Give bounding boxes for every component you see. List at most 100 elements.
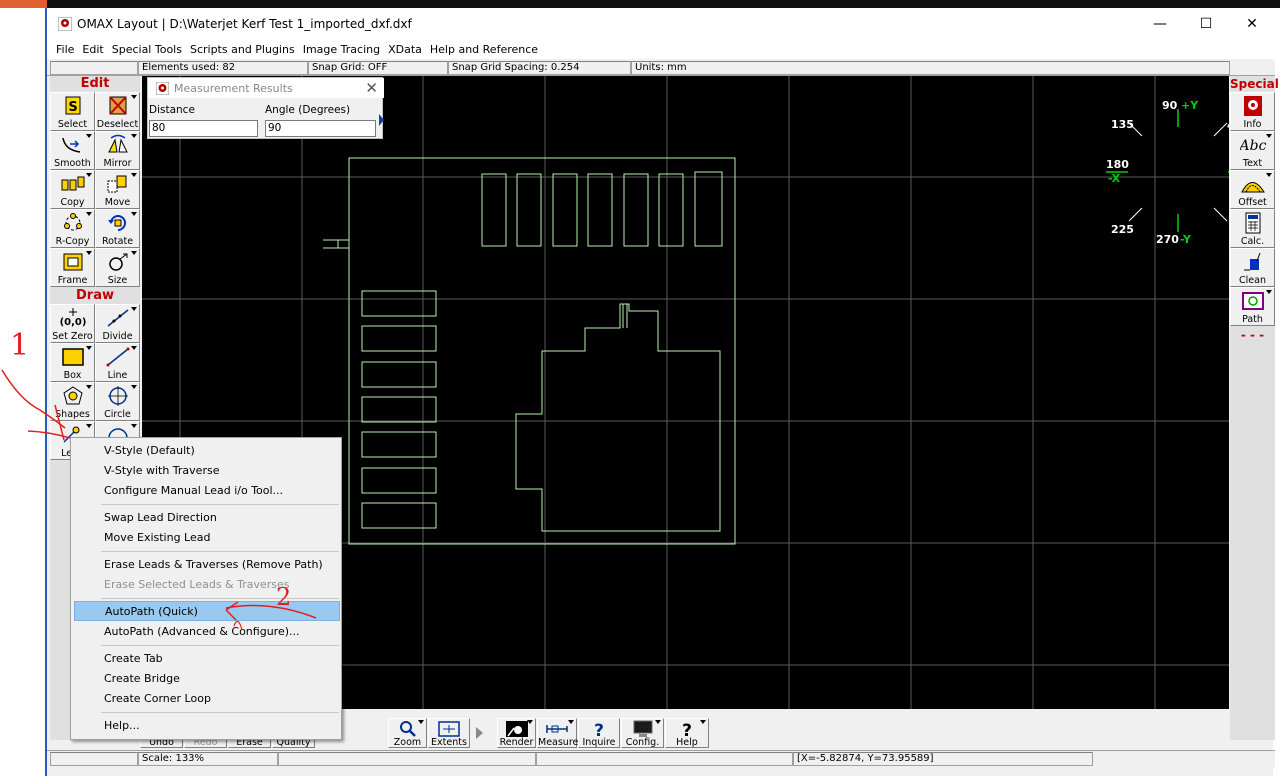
coordinates-status: [X=-5.82874, Y=73.95589] [793,752,1093,766]
menu-erase-leads-traverses[interactable]: Erase Leads & Traverses (Remove Path) [74,555,340,575]
clean-icon [1243,252,1260,271]
special-tool-panel: Special Info Abc Text Offset Calc. Clean… [1230,76,1279,740]
set-zero-icon: (0,0) [60,308,86,328]
box-icon [61,348,84,366]
snap-grid-spacing: Snap Grid Spacing: 0.254 [448,61,631,75]
rotate-tool[interactable]: Rotate [95,209,140,248]
config-button[interactable]: Config. [621,718,664,748]
box-tool[interactable]: Box [50,343,95,382]
menu-v-style-traverse[interactable]: V-Style with Traverse [74,461,340,481]
divide-icon [107,309,128,327]
menu-xdata[interactable]: XData [384,40,426,59]
annotation-step-1: 1 [10,328,29,363]
smooth-tool[interactable]: Smooth [50,131,95,170]
distance-field[interactable]: 80 [149,120,258,137]
menu-edit[interactable]: Edit [78,40,107,59]
select-tool[interactable]: S Select [50,92,95,131]
elements-used: Elements used: 82 [138,61,308,75]
special-section-header: Special [1230,76,1279,92]
extents-button[interactable]: Extents [428,718,470,748]
set-zero-tool[interactable]: (0,0) Set Zero [50,304,95,343]
menu-help[interactable]: Help... [74,716,340,736]
shapes-tool[interactable]: Shapes [50,382,95,421]
expand-arrow-icon[interactable] [379,114,384,126]
title-bar: OMAX Layout | D:\Waterjet Kerf Test 1_im… [47,8,1275,40]
menu-create-corner-loop[interactable]: Create Corner Loop [74,689,340,709]
units-status: Units: mm [631,61,1230,75]
svg-text:?: ? [594,721,604,738]
toolbar-expand-arrow[interactable] [476,727,483,739]
bottom-status-bar: Scale: 133% [X=-5.82874, Y=73.95589] [47,750,1275,767]
measure-icon [546,725,568,733]
close-button[interactable]: ✕ [1229,8,1275,40]
clean-tool[interactable]: Clean [1230,248,1275,287]
svg-text:Abc: Abc [1240,138,1266,154]
menu-create-tab[interactable]: Create Tab [74,649,340,669]
compass-225: 225 [1111,223,1134,236]
measure-button[interactable]: Measure [537,718,578,748]
mirror-tool[interactable]: Mirror [95,131,140,170]
menu-image-tracing[interactable]: Image Tracing [299,40,384,59]
menu-swap-lead-direction[interactable]: Swap Lead Direction [74,508,340,528]
zoom-button[interactable]: Zoom [388,718,427,748]
divide-tool[interactable]: Divide [95,304,140,343]
monitor-icon [633,720,652,737]
circle-tool[interactable]: Circle [95,382,140,421]
inquire-button[interactable]: ? Inquire [578,718,620,748]
rotate-copy-icon [63,213,82,231]
more-tools-indicator[interactable]: - - - [1230,328,1275,342]
maximize-button[interactable]: ☐ [1183,8,1229,40]
minimize-button[interactable]: — [1137,8,1183,40]
text-icon: Abc [1240,138,1266,154]
render-icon [505,721,528,737]
smooth-icon [61,137,80,153]
menu-erase-selected-leads: Erase Selected Leads & Traverses [104,578,290,591]
r-copy-tool[interactable]: R-Copy [50,209,95,248]
size-tool[interactable]: Size [95,248,140,287]
compass-minus-x: -X [1108,172,1121,185]
calc-tool[interactable]: Calc. [1230,209,1275,248]
status-blank-2 [50,752,138,766]
line-tool[interactable]: Line [95,343,140,382]
size-icon [108,253,127,271]
close-icon[interactable]: ✕ [365,79,378,97]
copy-tool[interactable]: Copy [50,170,95,209]
measurement-title: Measurement Results [174,82,293,95]
menu-special-tools[interactable]: Special Tools [108,40,186,59]
menu-file[interactable]: File [52,40,78,59]
line-icon [106,347,129,367]
angle-field[interactable]: 90 [265,120,376,137]
offset-tool[interactable]: Offset [1230,170,1275,209]
menu-scripts-plugins[interactable]: Scripts and Plugins [186,40,299,59]
text-tool[interactable]: Abc Text [1230,131,1275,170]
part-geometry[interactable] [323,157,736,545]
taskbar-strip [0,0,1280,8]
direction-compass: 90 +Y 135 45 180 -X 0 +X 225 315 270 -Y [1106,99,1229,246]
menu-v-style-default[interactable]: V-Style (Default) [74,441,340,461]
info-tool[interactable]: Info [1230,92,1275,131]
menu-create-bridge[interactable]: Create Bridge [74,669,340,689]
distance-label: Distance [149,104,195,116]
deselect-icon [108,96,127,115]
measurement-title-bar[interactable]: Measurement Results ✕ [148,78,384,98]
help-button[interactable]: ? Help [665,718,709,748]
deselect-tool[interactable]: Deselect [95,92,140,131]
frame-tool[interactable]: Frame [50,248,95,287]
status-empty [278,752,536,766]
move-icon [107,175,126,193]
question-icon: ? [594,721,604,738]
menu-autopath-advanced[interactable]: AutoPath (Advanced & Configure)... [74,622,340,642]
circle-icon [107,386,128,406]
render-button[interactable]: Render [497,718,536,748]
path-tool[interactable]: Path [1230,287,1275,326]
menu-move-existing-lead[interactable]: Move Existing Lead [74,528,340,548]
move-tool[interactable]: Move [95,170,140,209]
menu-separator [101,504,339,505]
compass-45: 45 [1227,119,1229,132]
compass-270: 270 [1156,233,1179,246]
compass-180: 180 [1106,158,1129,171]
menu-configure-manual-lead[interactable]: Configure Manual Lead i/o Tool... [74,481,340,501]
menu-help-reference[interactable]: Help and Reference [426,40,542,59]
compass-minus-y: -Y [1180,233,1192,246]
menu-autopath-quick[interactable]: AutoPath (Quick) [74,601,340,621]
